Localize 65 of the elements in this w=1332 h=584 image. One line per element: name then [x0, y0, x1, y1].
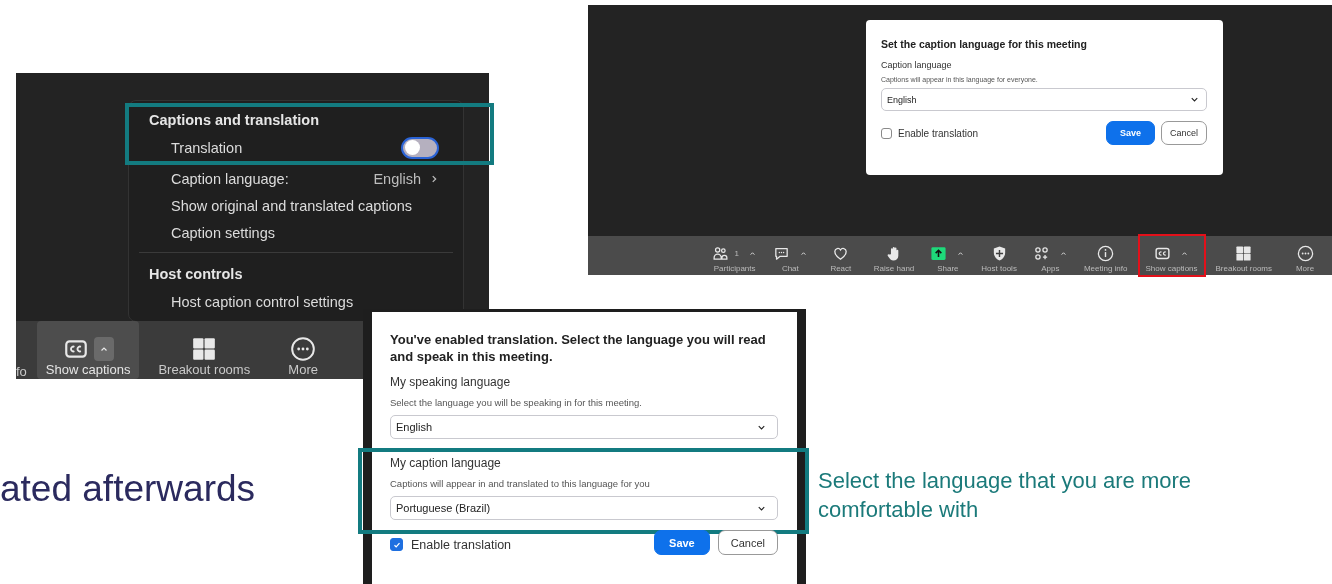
menu-item-label: Translation — [171, 139, 243, 156]
save-button[interactable]: Save — [654, 530, 710, 555]
toolbar-button[interactable]: Meeting info — [1077, 236, 1134, 275]
participant-count: 1 — [734, 249, 739, 258]
cancel-button[interactable]: Cancel — [717, 530, 778, 555]
menu-item[interactable]: Translation — [129, 134, 463, 161]
language-dropdown[interactable]: English — [881, 88, 1207, 111]
toolbar-button[interactable]: 1 Participants — [706, 236, 763, 275]
cc-icon — [1154, 245, 1171, 262]
caret-icon — [1180, 249, 1189, 258]
checkbox[interactable] — [881, 127, 892, 139]
field-hint: Captions will appear in and translated to this language for you — [390, 478, 651, 489]
dialog-title: Set the caption language for this meeting — [881, 38, 1088, 50]
toolbar-button[interactable]: Show captions — [36, 321, 140, 379]
toolbar-button[interactable]: Breakout rooms — [1209, 236, 1278, 275]
language-dropdown[interactable]: English — [390, 415, 778, 439]
toolbar-button[interactable]: Apps — [1026, 236, 1074, 275]
toolbar-button[interactable]: More — [269, 321, 338, 379]
share-icon — [930, 245, 948, 262]
toggle-switch[interactable] — [401, 136, 439, 159]
menu-item-label: Show original and translated captions — [171, 197, 412, 214]
menu-item-label: Host caption control settings — [171, 293, 354, 310]
checkbox-label: Enable translation — [898, 127, 979, 139]
apps-icon — [1032, 245, 1050, 262]
toolbar-button[interactable]: Host tools — [975, 236, 1023, 275]
annotation-text: Select the language that you are more comfortable with — [818, 467, 1193, 524]
heart-icon — [832, 245, 850, 262]
more-icon — [1296, 245, 1314, 262]
menu-item[interactable]: Show original and translated captions — [129, 192, 463, 219]
people-icon — [712, 245, 730, 262]
menu-item[interactable]: Caption settings — [129, 219, 463, 246]
menu-section-title: Host controls — [148, 265, 244, 284]
field-label: Caption language — [881, 60, 953, 70]
toolbar-button[interactable]: Show captions — [1139, 236, 1204, 275]
chevron-right-icon — [429, 173, 439, 184]
menu-item-label: Caption language: — [171, 170, 289, 187]
caret-button[interactable] — [93, 337, 114, 361]
menu-item[interactable]: Caption language: English — [129, 165, 463, 192]
toolbar-button[interactable]: Raise hand — [867, 236, 921, 275]
dialog-title: You've enabled translation. Select the language you will read and speak in this meeting. — [390, 331, 767, 365]
grid-icon — [191, 336, 218, 362]
toolbar-button[interactable]: Chat — [766, 236, 814, 275]
checkbox-label: Enable translation — [411, 537, 512, 552]
toolbar-button[interactable]: Share — [924, 236, 972, 275]
field-hint: Select the language you will be speaking in for this meeting. — [390, 397, 643, 408]
menu-item-value: English — [373, 170, 421, 187]
chat-bubble-icon — [772, 245, 790, 262]
cancel-button[interactable]: Cancel — [1161, 121, 1207, 145]
info-icon — [1097, 245, 1115, 262]
caret-button[interactable] — [1180, 249, 1189, 258]
menu-section-title: Captions and translation — [148, 111, 320, 130]
toolbar-button[interactable]: More — [1282, 236, 1328, 275]
menu-item-label: Caption settings — [171, 224, 275, 241]
field-label: My caption language — [390, 456, 502, 470]
more-icon — [290, 336, 317, 362]
toolbar-button[interactable]: fo — [16, 321, 27, 379]
save-button[interactable]: Save — [1105, 121, 1155, 145]
menu-item[interactable]: Host caption control settings — [129, 288, 463, 315]
grid-icon — [1235, 245, 1253, 262]
field-label: My speaking language — [390, 375, 512, 389]
language-dropdown[interactable]: Portuguese (Brazil) — [390, 496, 778, 520]
checkbox[interactable] — [390, 538, 403, 551]
slide-heading: ated afterwards — [0, 468, 256, 509]
toolbar-button[interactable]: React — [817, 236, 864, 275]
toolbar-button[interactable]: Breakout rooms — [149, 321, 260, 379]
